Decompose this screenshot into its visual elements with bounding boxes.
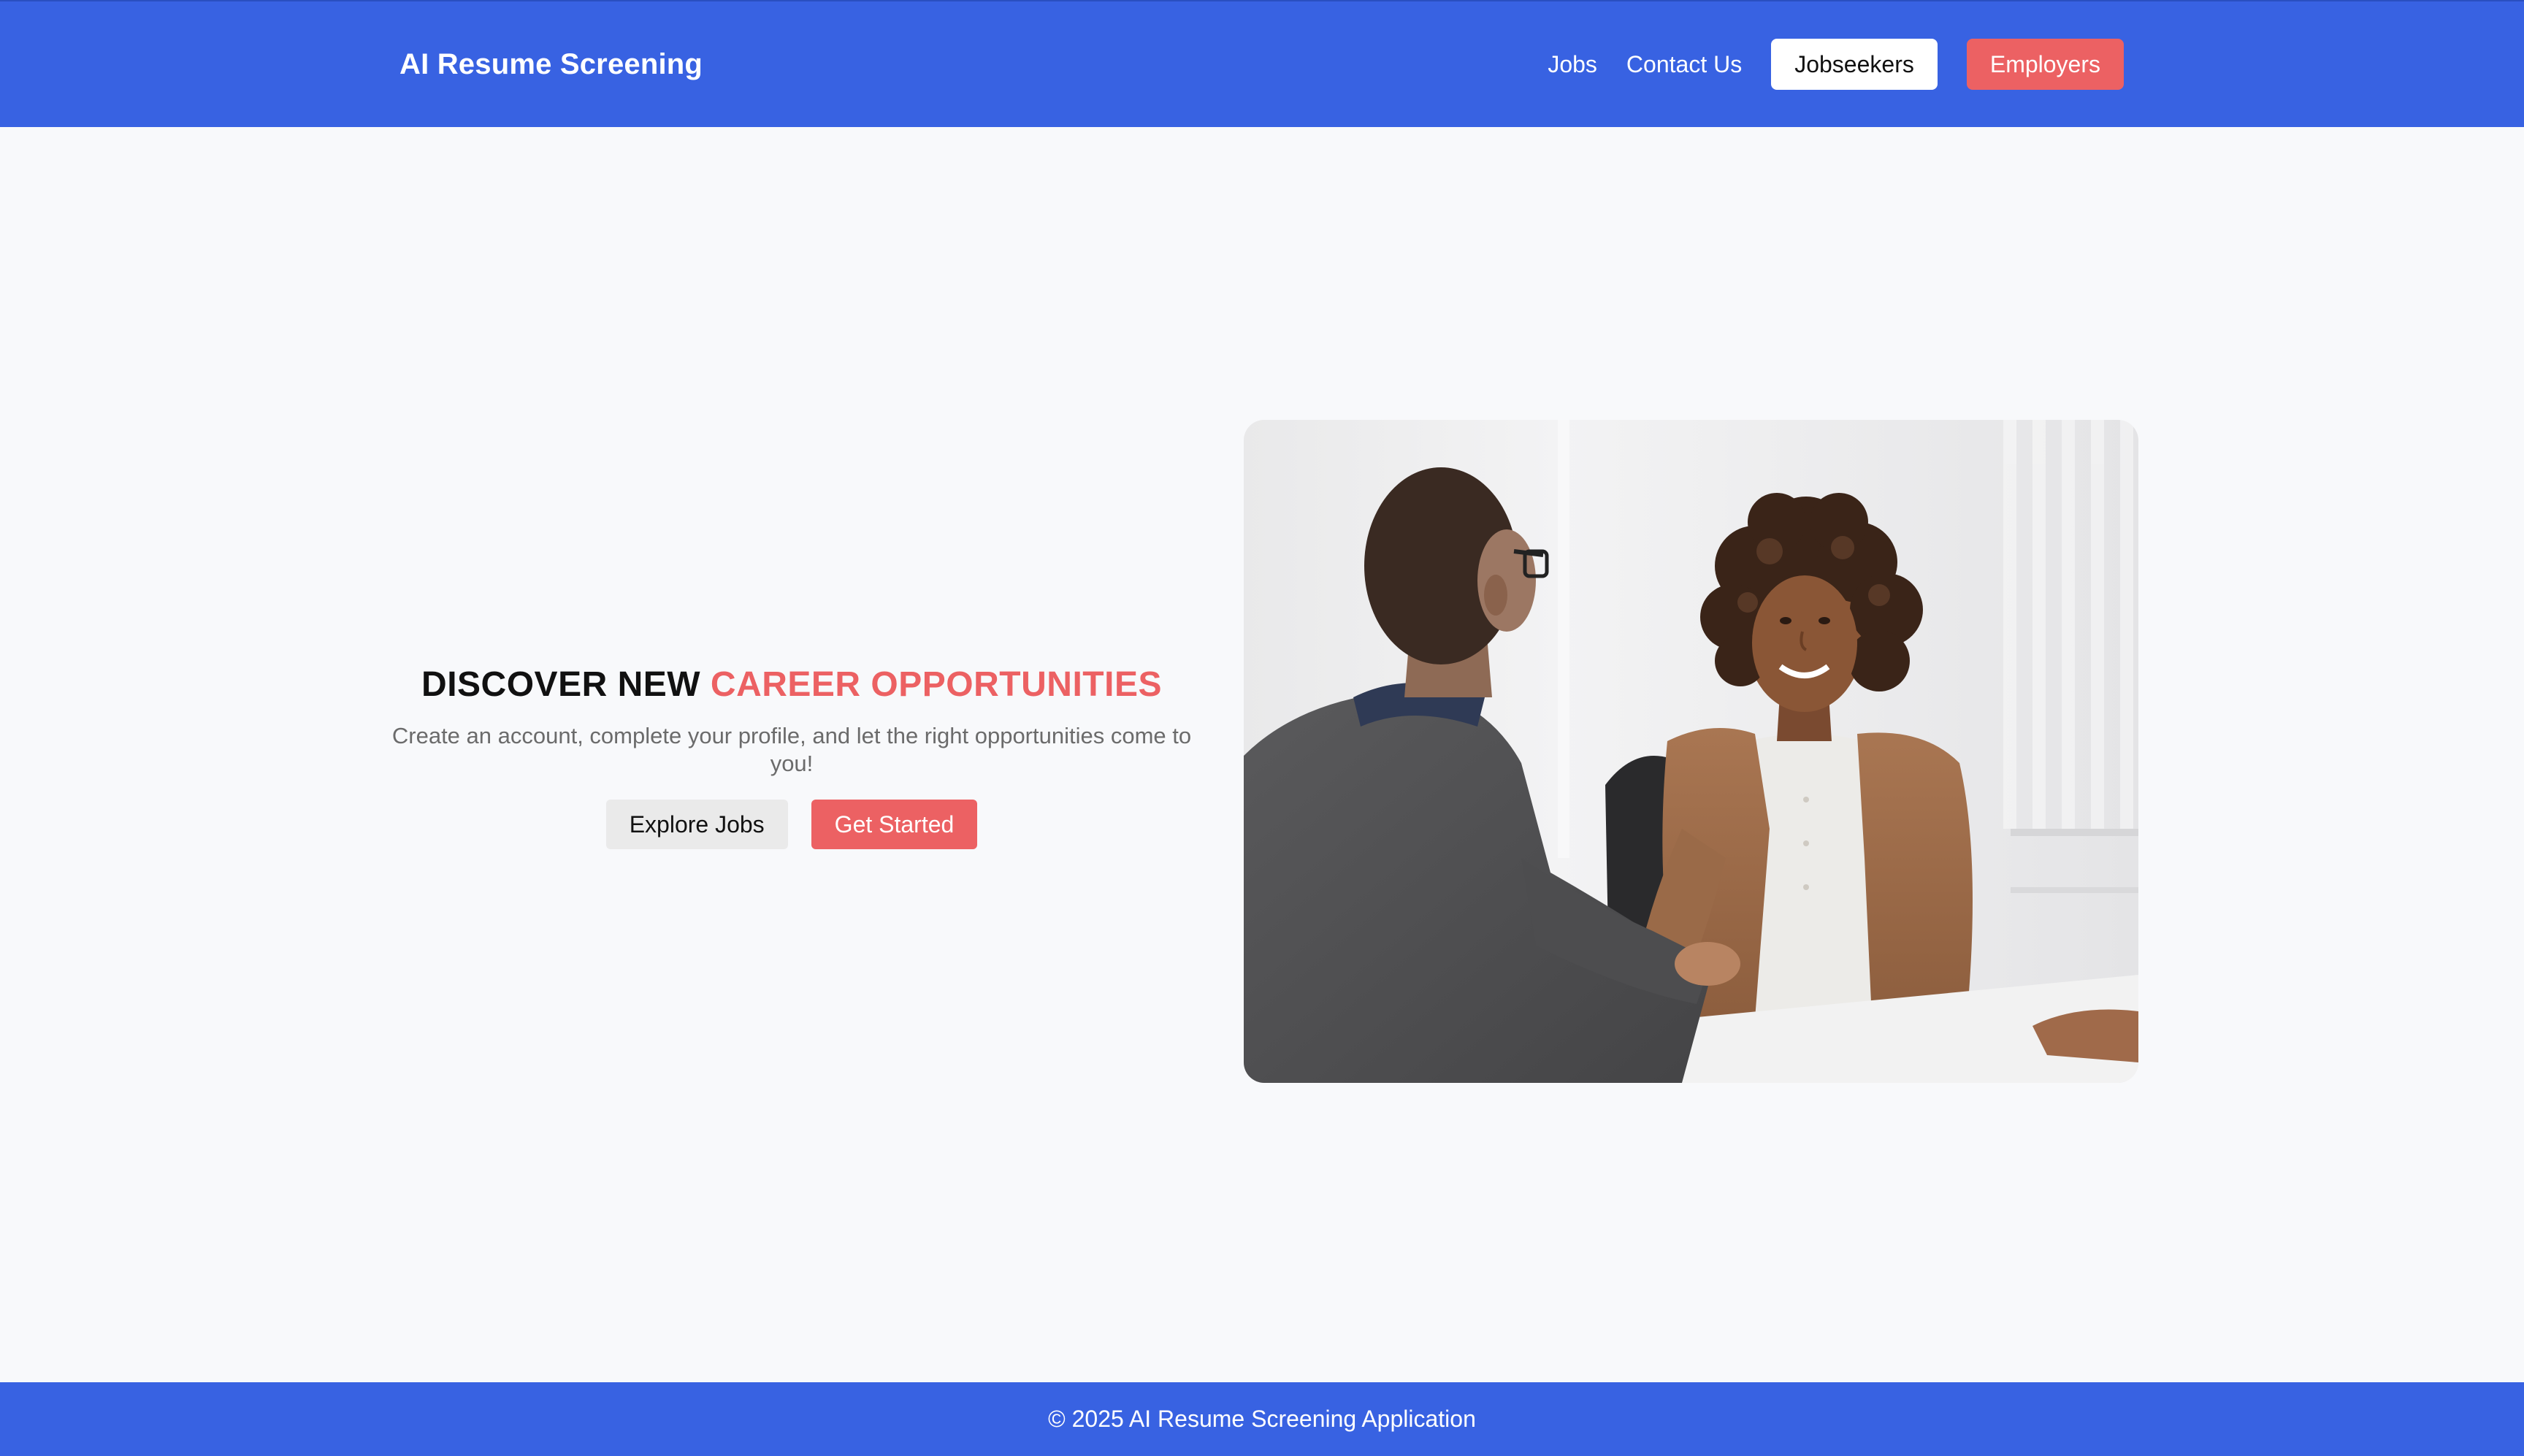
explore-jobs-button[interactable]: Explore Jobs (605, 800, 788, 849)
hero-title: DISCOVER NEW CAREER OPPORTUNITIES (387, 664, 1196, 705)
hero-image (1244, 420, 2138, 1083)
nav-link-jobs[interactable]: Jobs (1548, 51, 1597, 78)
employers-button[interactable]: Employers (1966, 39, 2124, 90)
jobseekers-button[interactable]: Jobseekers (1771, 39, 1938, 90)
nav-link-contact-us[interactable]: Contact Us (1626, 51, 1742, 78)
top-navbar: AI Resume Screening Jobs Contact Us Jobs… (0, 0, 2524, 127)
get-started-button[interactable]: Get Started (811, 800, 978, 849)
hero-subtitle: Create an account, complete your profile… (391, 723, 1192, 776)
footer-copyright: © 2025 AI Resume Screening Application (1048, 1406, 1476, 1432)
hero-button-group: Explore Jobs Get Started (387, 800, 1196, 849)
footer: © 2025 AI Resume Screening Application (0, 1382, 2524, 1456)
hero-title-accent: CAREER OPPORTUNITIES (710, 665, 1162, 704)
main-nav: Jobs Contact Us Jobseekers Employers (1548, 1, 2124, 127)
hero-section: DISCOVER NEW CAREER OPPORTUNITIES Create… (387, 664, 1196, 849)
brand-logo-text[interactable]: AI Resume Screening (399, 1, 703, 127)
hero-title-main: DISCOVER NEW (421, 665, 701, 704)
